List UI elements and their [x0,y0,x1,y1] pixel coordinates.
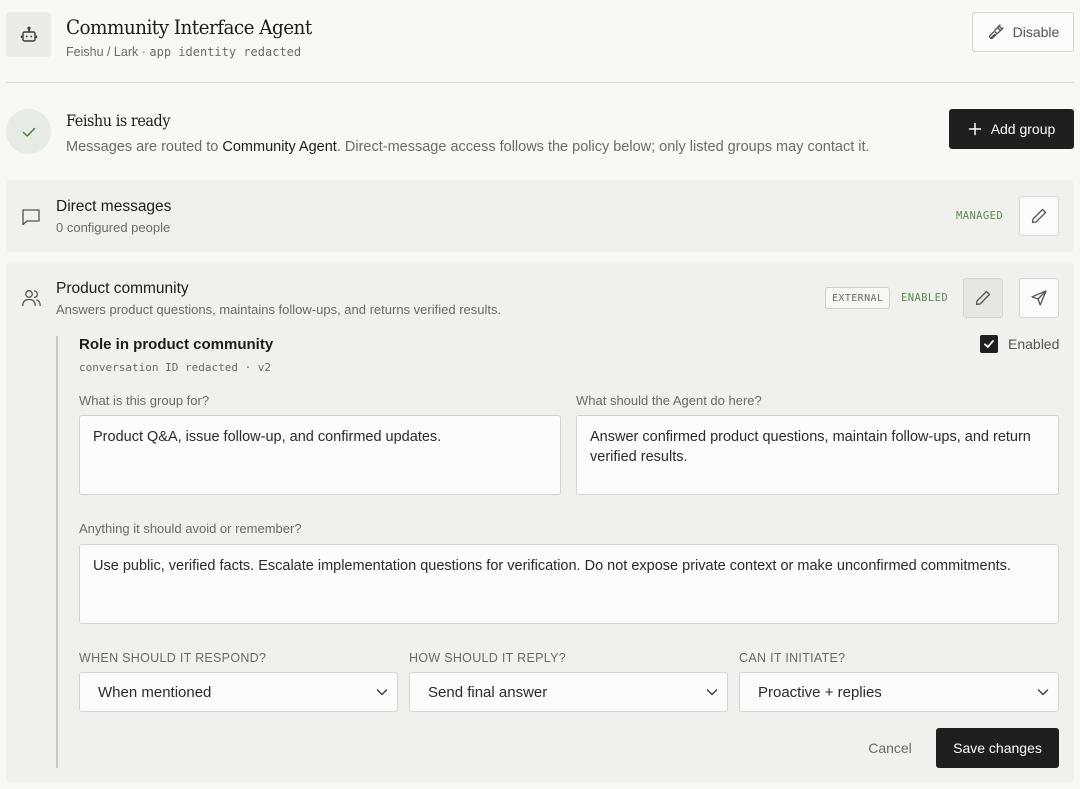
reply-value: Send final answer [428,683,548,701]
check-icon [6,109,51,154]
initiate-select[interactable]: Proactive + replies [739,672,1059,712]
status-message: Messages are routed to Community Agent. … [66,139,870,155]
pencil-icon [1031,208,1047,224]
respond-label: WHEN SHOULD IT RESPOND? [79,651,267,665]
header-subtitle: Feishu / Lark · app identity redacted [66,45,301,59]
send-test-button[interactable] [1019,278,1059,318]
direct-messages-title: Direct messages [56,198,172,215]
managed-badge: MANAGED [956,210,1004,222]
chevron-down-icon [706,689,718,696]
purpose-textarea[interactable]: Product Q&A, issue follow-up, and confir… [79,415,561,495]
avoid-label: Anything it should avoid or remember? [79,521,302,536]
edit-group-button[interactable] [963,278,1003,318]
chevron-down-icon [1037,689,1049,696]
robot-icon [6,12,51,57]
enabled-label: Enabled [1008,336,1060,352]
avoid-textarea[interactable]: Use public, verified facts. Escalate imp… [79,544,1059,624]
page-title: Community Interface Agent [66,15,312,39]
reply-select[interactable]: Send final answer [409,672,728,712]
plus-icon [968,122,981,136]
save-changes-button[interactable]: Save changes [936,728,1059,768]
separator: · [141,45,146,59]
group-card: Product community Answers product questi… [6,262,1074,782]
direct-messages-subtitle: 0 configured people [56,220,171,235]
group-title: Product community [56,280,189,297]
direct-messages-card: Direct messages 0 configured people MANA… [6,180,1074,252]
task-label: What should the Agent do here? [576,393,762,408]
add-group-label: Add group [990,121,1056,137]
disable-button[interactable]: Disable [972,12,1074,52]
users-icon [22,290,41,307]
status-title: Feishu is ready [66,111,171,130]
edit-direct-messages-button[interactable] [1019,196,1059,236]
add-group-button[interactable]: Add group [949,109,1074,149]
task-textarea[interactable]: Answer confirmed product questions, main… [576,415,1059,495]
checkbox-checked-icon [980,335,998,353]
enabled-checkbox[interactable]: Enabled [980,335,1059,353]
chat-bubble-icon [22,209,40,226]
pencil-icon [975,290,991,306]
header-divider [6,82,1074,83]
role-title: Role in product community [79,336,274,353]
status-message-suffix: . Direct-message access follows the poli… [336,139,870,155]
purpose-label: What is this group for? [79,393,210,408]
agent-name: Community Agent [222,139,337,155]
reply-label: HOW SHOULD IT REPLY? [409,651,566,665]
cancel-button[interactable]: Cancel [858,728,922,768]
platform-name: Feishu / Lark [66,45,139,59]
initiate-label: CAN IT INITIATE? [739,651,846,665]
external-badge: EXTERNAL [825,287,891,309]
status-message-prefix: Messages are routed to [66,139,223,155]
section-indent-line [56,336,58,768]
chevron-down-icon [376,689,388,696]
app-identity: app identity redacted [149,45,302,59]
group-subtitle: Answers product questions, maintains fol… [56,302,502,317]
send-icon [1031,290,1047,306]
disable-label: Disable [1012,24,1060,40]
enabled-badge: ENABLED [901,292,949,304]
respond-select[interactable]: When mentioned [79,672,398,712]
respond-value: When mentioned [98,683,212,701]
plug-disconnect-icon [988,24,1004,40]
initiate-value: Proactive + replies [758,683,882,701]
conversation-meta: conversation ID redacted · v2 [79,361,272,374]
